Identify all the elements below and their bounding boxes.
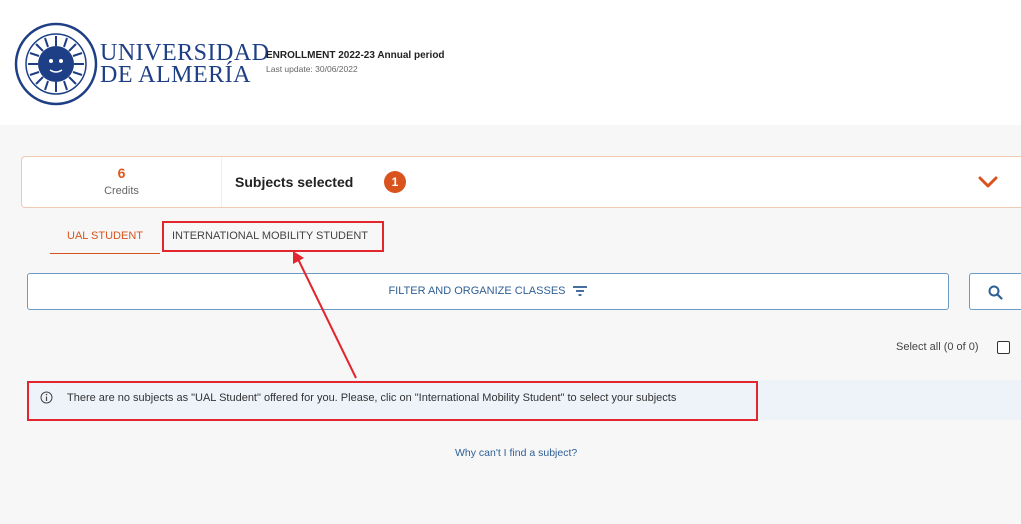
annotation-highlight-message <box>27 381 758 421</box>
chevron-down-icon[interactable] <box>976 172 1000 192</box>
enrollment-title: ENROLLMENT 2022-23 Annual period <box>266 50 445 61</box>
subjects-count-badge: 1 <box>384 171 406 193</box>
page-header: UNIVERSIDAD DE ALMERÍA ENROLLMENT 2022-2… <box>0 0 1021 125</box>
select-all-checkbox[interactable] <box>997 341 1010 354</box>
credits-label: Credits <box>104 185 139 197</box>
search-button[interactable] <box>969 273 1021 310</box>
filter-label: FILTER AND ORGANIZE CLASSES <box>388 285 566 297</box>
subjects-selected-label: Subjects selected <box>235 174 354 190</box>
university-seal-icon <box>14 22 98 106</box>
credits-box: 6 Credits <box>22 157 222 207</box>
filter-organize-button[interactable]: FILTER AND ORGANIZE CLASSES <box>27 273 949 310</box>
university-name: UNIVERSIDAD DE ALMERÍA <box>100 40 270 88</box>
logo-line-2: DE ALMERÍA <box>100 62 251 88</box>
university-logo: UNIVERSIDAD DE ALMERÍA <box>14 20 269 106</box>
enrollment-info: ENROLLMENT 2022-23 Annual period Last up… <box>266 50 445 74</box>
annotation-highlight-tab <box>162 221 384 252</box>
selection-summary[interactable]: 6 Credits Subjects selected 1 <box>21 156 1021 208</box>
why-cant-find-subject-link[interactable]: Why can't I find a subject? <box>455 447 577 459</box>
last-update: Last update: 30/06/2022 <box>266 64 358 74</box>
filter-icon <box>572 286 587 296</box>
search-icon <box>988 285 1003 300</box>
select-all-label: Select all (0 of 0) <box>896 341 979 353</box>
tab-ual-student[interactable]: UAL STUDENT <box>50 224 160 254</box>
logo-line-1: UNIVERSIDAD <box>100 40 270 66</box>
credits-value: 6 <box>117 165 126 181</box>
